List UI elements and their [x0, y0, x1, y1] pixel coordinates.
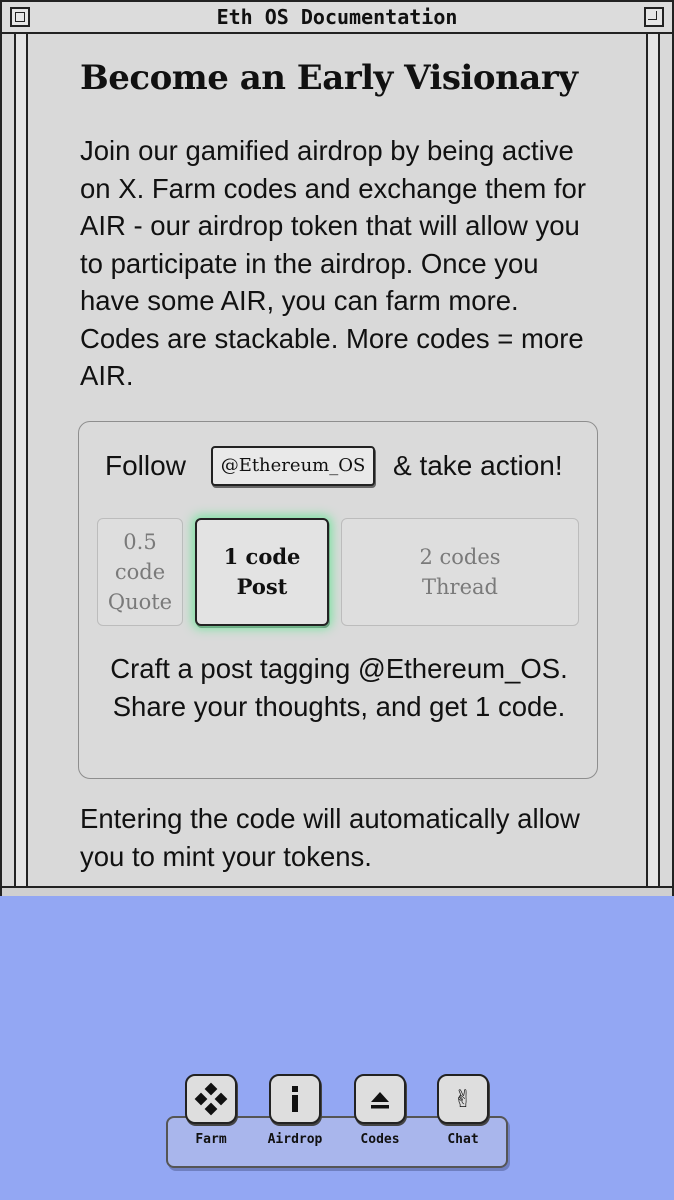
zoom-box-icon[interactable]: [644, 7, 664, 27]
title-bar[interactable]: Eth OS Documentation: [2, 2, 672, 34]
peace-hand-icon[interactable]: ✌: [437, 1074, 489, 1124]
option-thread-amount: 2 codes: [419, 545, 501, 569]
window-scrollbar[interactable]: [646, 34, 660, 886]
option-post-type: Post: [236, 574, 288, 599]
option-description: Craft a post tagging @Ethereum_OS. Share…: [110, 653, 568, 722]
eject-icon[interactable]: [354, 1074, 406, 1124]
documentation-window: Eth OS Documentation Become an Early Vis…: [0, 0, 674, 896]
dock-item-airdrop[interactable]: Airdrop: [265, 1074, 325, 1147]
window-frame-left: [14, 34, 28, 886]
option-thread-button[interactable]: 2 codes Thread: [341, 518, 579, 626]
dock-item-codes[interactable]: Codes: [350, 1074, 410, 1147]
option-post-button[interactable]: 1 code Post: [195, 518, 329, 626]
farm-diamond-icon[interactable]: [185, 1074, 237, 1124]
dock-label-chat: Chat: [447, 1132, 479, 1147]
dock-label-codes: Codes: [360, 1132, 400, 1147]
take-action-label: & take action!: [393, 450, 563, 481]
info-icon[interactable]: [269, 1074, 321, 1124]
intro-paragraph: Join our gamified airdrop by being activ…: [80, 135, 586, 391]
follow-handle-button[interactable]: @Ethereum_OS: [211, 446, 375, 486]
option-quote-button[interactable]: 0.5 code Quote: [97, 518, 183, 626]
option-thread-type: Thread: [422, 575, 498, 599]
action-card: Follow @Ethereum_OS & take action! 0.5 c…: [78, 421, 598, 779]
window-title: Eth OS Documentation: [216, 5, 458, 29]
page-title: Become an Early Visionary: [80, 58, 578, 98]
follow-label: Follow: [105, 450, 186, 481]
dock-label-farm: Farm: [195, 1132, 227, 1147]
dock-label-airdrop: Airdrop: [267, 1132, 323, 1147]
dock-item-farm[interactable]: Farm: [181, 1074, 241, 1147]
option-quote-type: Quote: [107, 590, 173, 614]
follow-row: Follow @Ethereum_OS & take action!: [79, 446, 597, 490]
outro-paragraph: Entering the code will automatically all…: [80, 803, 580, 872]
dock-item-chat[interactable]: ✌ Chat: [433, 1074, 493, 1147]
document-content: Become an Early Visionary Join our gamif…: [30, 34, 644, 886]
option-post-amount: 1 code: [223, 544, 301, 569]
option-quote-amount: 0.5 code: [114, 530, 166, 584]
window-bottom-edge: [2, 886, 672, 896]
